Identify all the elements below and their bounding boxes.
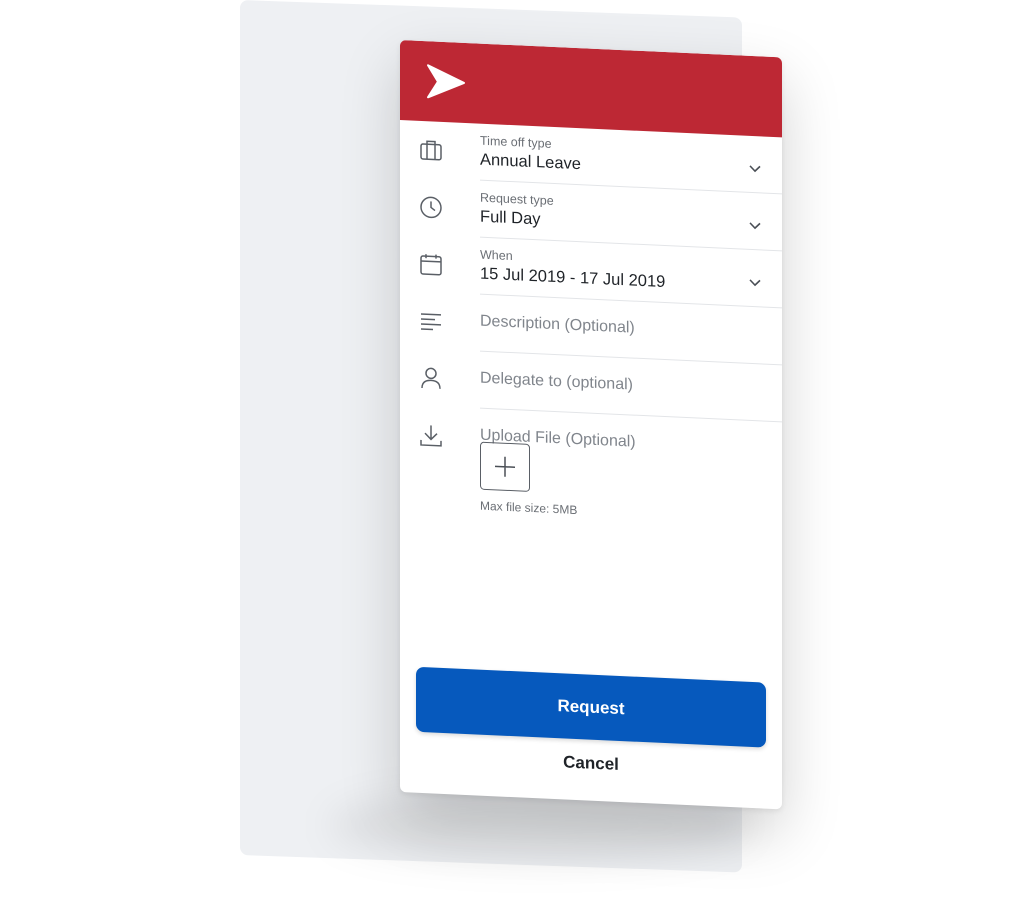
plus-icon — [495, 456, 515, 477]
download-icon — [418, 422, 444, 449]
app-logo-icon — [427, 64, 465, 99]
description-input[interactable]: Description (Optional) — [480, 313, 635, 338]
time-off-request-screen: Time off type Annual Leave Request type … — [400, 40, 782, 810]
request-button[interactable]: Request — [416, 666, 766, 748]
date-range-label: When — [480, 247, 513, 264]
cancel-button[interactable]: Cancel — [416, 741, 766, 787]
person-icon — [418, 365, 444, 392]
max-file-size-hint: Max file size: 5MB — [480, 498, 578, 518]
date-range-value: 15 Jul 2019 - 17 Jul 2019 — [480, 264, 666, 292]
chevron-down-icon[interactable] — [748, 278, 762, 289]
clock-icon — [418, 194, 444, 221]
request-type-value: Full Day — [480, 207, 541, 229]
delegate-input[interactable]: Delegate to (optional) — [480, 370, 633, 395]
add-file-button[interactable] — [480, 441, 530, 492]
calendar-icon — [418, 251, 444, 278]
text-lines-icon — [418, 308, 444, 335]
briefcase-icon — [418, 137, 444, 164]
time-off-type-value: Annual Leave — [480, 150, 581, 174]
chevron-down-icon[interactable] — [748, 221, 762, 232]
request-form: Time off type Annual Leave Request type … — [400, 120, 782, 479]
chevron-down-icon[interactable] — [748, 164, 762, 175]
time-off-type-label: Time off type — [480, 133, 552, 151]
request-type-label: Request type — [480, 190, 554, 208]
